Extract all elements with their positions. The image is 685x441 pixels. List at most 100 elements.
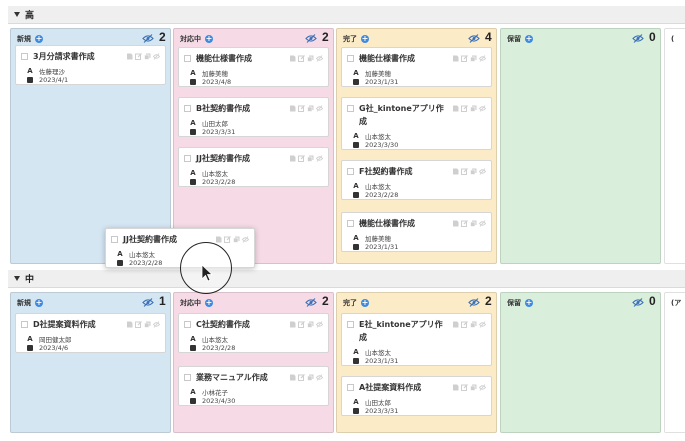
edit-button[interactable] <box>461 321 468 328</box>
add-card-button[interactable]: + <box>205 299 213 307</box>
hide-lane-button[interactable] <box>305 298 317 307</box>
document-button[interactable] <box>289 155 296 162</box>
add-card-button[interactable]: + <box>525 35 533 43</box>
card-checkbox[interactable] <box>347 168 354 175</box>
hide-button[interactable] <box>315 105 324 112</box>
copy-button[interactable] <box>144 321 151 328</box>
edit-button[interactable] <box>135 321 142 328</box>
copy-button[interactable] <box>307 155 314 162</box>
document-button[interactable] <box>452 321 459 328</box>
document-button[interactable] <box>289 374 296 381</box>
task-card[interactable]: JJ社契約書作成 A 山本悠太 2023/2/28 <box>178 147 329 187</box>
card-title[interactable]: 機能仕様書作成 <box>359 217 415 231</box>
copy-button[interactable] <box>307 55 314 62</box>
card-title[interactable]: JJ社契約書作成 <box>123 233 177 247</box>
add-card-button[interactable]: + <box>35 35 43 43</box>
task-card[interactable]: A社提案資料作成 A 山田太郎 2023/3/31 <box>341 376 492 416</box>
group-header[interactable]: 高 <box>8 6 685 24</box>
copy-button[interactable] <box>470 321 477 328</box>
card-title[interactable]: E社_kintoneアプリ作 <box>359 318 443 332</box>
edit-button[interactable] <box>298 374 305 381</box>
hide-button[interactable] <box>478 55 487 62</box>
hide-button[interactable] <box>152 321 161 328</box>
hide-button[interactable] <box>315 374 324 381</box>
copy-button[interactable] <box>470 105 477 112</box>
card-checkbox[interactable] <box>347 105 354 112</box>
card-title[interactable]: D社提案資料作成 <box>33 318 96 332</box>
document-button[interactable] <box>452 105 459 112</box>
copy-button[interactable] <box>470 168 477 175</box>
task-card[interactable]: 業務マニュアル作成 A 小林花子 2023/4/30 <box>178 366 329 406</box>
card-checkbox[interactable] <box>21 321 28 328</box>
card-checkbox[interactable] <box>347 220 354 227</box>
document-button[interactable] <box>126 321 133 328</box>
hide-button[interactable] <box>478 321 487 328</box>
collapse-triangle-icon[interactable] <box>14 276 20 281</box>
edit-button[interactable] <box>298 55 305 62</box>
edit-button[interactable] <box>135 53 142 60</box>
edit-button[interactable] <box>298 155 305 162</box>
card-title[interactable]: 機能仕様書作成 <box>196 52 252 66</box>
copy-button[interactable] <box>470 384 477 391</box>
card-checkbox[interactable] <box>184 374 191 381</box>
card-title[interactable]: C社契約書作成 <box>196 318 250 332</box>
card-title[interactable]: 3月分請求書作成 <box>33 50 95 64</box>
edit-button[interactable] <box>461 105 468 112</box>
task-card[interactable]: 機能仕様書作成 A 加藤美穂 2023/1/31 <box>341 212 492 252</box>
document-button[interactable] <box>289 321 296 328</box>
document-button[interactable] <box>289 105 296 112</box>
hide-button[interactable] <box>241 236 250 243</box>
task-card[interactable]: G社_kintoneアプリ作成 A 山本悠太 2023/3/30 <box>341 97 492 150</box>
add-card-button[interactable]: + <box>525 299 533 307</box>
hide-lane-button[interactable] <box>305 34 317 43</box>
copy-button[interactable] <box>307 321 314 328</box>
edit-button[interactable] <box>461 168 468 175</box>
edit-button[interactable] <box>224 236 231 243</box>
collapse-triangle-icon[interactable] <box>14 12 20 17</box>
edit-button[interactable] <box>461 220 468 227</box>
copy-button[interactable] <box>144 53 151 60</box>
task-card[interactable]: C社契約書作成 A 山本悠太 2023/2/28 <box>178 313 329 353</box>
copy-button[interactable] <box>307 374 314 381</box>
document-button[interactable] <box>452 220 459 227</box>
card-title[interactable]: A社提案資料作成 <box>359 381 421 395</box>
card-title[interactable]: G社_kintoneアプリ作 <box>359 102 444 116</box>
card-checkbox[interactable] <box>184 105 191 112</box>
card-checkbox[interactable] <box>111 236 118 243</box>
hide-button[interactable] <box>152 53 161 60</box>
edit-button[interactable] <box>461 55 468 62</box>
copy-button[interactable] <box>307 105 314 112</box>
task-card[interactable]: D社提案資料作成 A 岡田健太郎 2023/4/6 <box>15 313 166 353</box>
document-button[interactable] <box>289 55 296 62</box>
card-checkbox[interactable] <box>347 55 354 62</box>
hide-button[interactable] <box>478 384 487 391</box>
copy-button[interactable] <box>233 236 240 243</box>
card-title[interactable]: 機能仕様書作成 <box>359 52 415 66</box>
card-checkbox[interactable] <box>347 321 354 328</box>
hide-lane-button[interactable] <box>468 298 480 307</box>
card-checkbox[interactable] <box>184 321 191 328</box>
hide-button[interactable] <box>315 155 324 162</box>
card-checkbox[interactable] <box>21 53 28 60</box>
task-card[interactable]: 機能仕様書作成 A 加藤美穂 2023/4/8 <box>178 47 329 87</box>
hide-lane-button[interactable] <box>142 34 154 43</box>
document-button[interactable] <box>452 168 459 175</box>
hide-lane-button[interactable] <box>632 298 644 307</box>
card-checkbox[interactable] <box>184 55 191 62</box>
task-card[interactable]: 機能仕様書作成 A 加藤美穂 2023/1/31 <box>341 47 492 87</box>
document-button[interactable] <box>452 55 459 62</box>
hide-lane-button[interactable] <box>632 34 644 43</box>
task-card[interactable]: E社_kintoneアプリ作成 A 山本悠太 2023/1/31 <box>341 313 492 366</box>
hide-button[interactable] <box>478 105 487 112</box>
group-header[interactable]: 中 <box>8 270 685 288</box>
add-card-button[interactable]: + <box>205 35 213 43</box>
add-card-button[interactable]: + <box>361 35 369 43</box>
hide-button[interactable] <box>478 168 487 175</box>
edit-button[interactable] <box>298 105 305 112</box>
document-button[interactable] <box>126 53 133 60</box>
task-card[interactable]: F社契約書作成 A 山本悠太 2023/2/28 <box>341 160 492 200</box>
card-checkbox[interactable] <box>184 155 191 162</box>
document-button[interactable] <box>452 384 459 391</box>
copy-button[interactable] <box>470 220 477 227</box>
add-card-button[interactable]: + <box>361 299 369 307</box>
